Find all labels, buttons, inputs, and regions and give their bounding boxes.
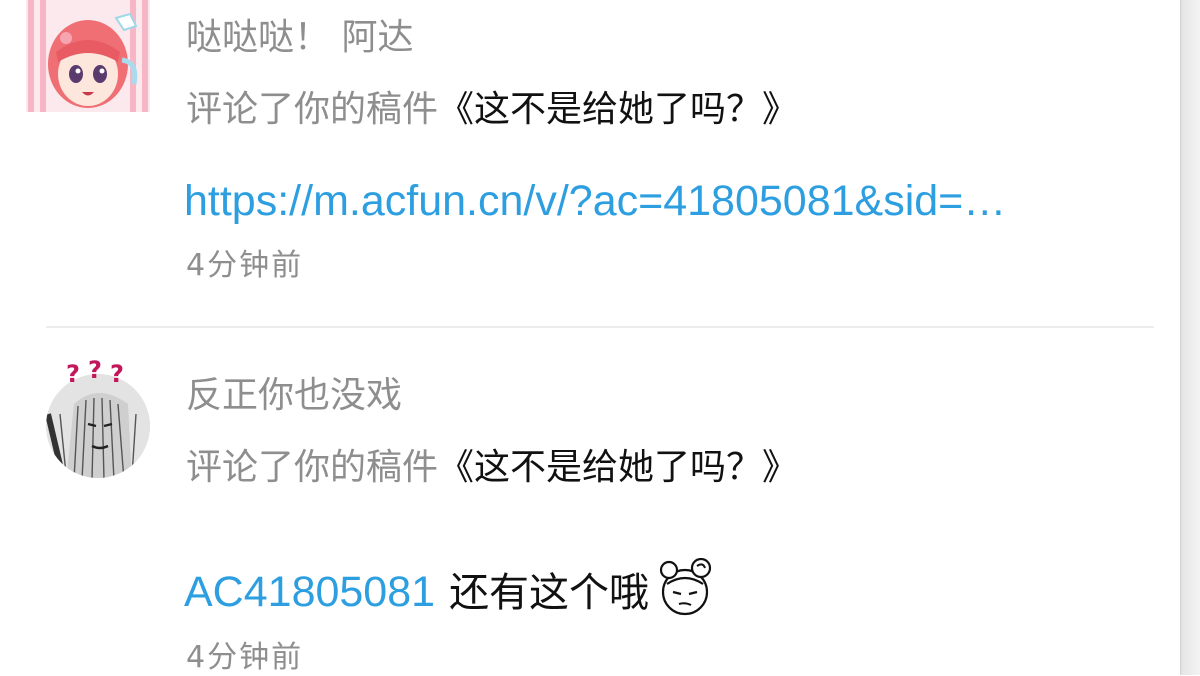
svg-text:?: ?	[110, 360, 124, 388]
notification-item[interactable]: ? ? ? 反正你也没戏 评论了你的稿件《这不是给她了吗？》 AC4180508…	[0, 328, 1180, 675]
comment-text: 还有这个哦	[449, 570, 650, 616]
timestamp: 4分钟前	[186, 248, 304, 283]
question-marks-manga-avatar-icon: ? ? ?	[46, 356, 150, 478]
comment-action: 评论了你的稿件《这不是给她了吗？》	[186, 446, 798, 490]
timestamp: 4分钟前	[186, 640, 304, 675]
svg-text:?: ?	[66, 360, 80, 388]
work-title[interactable]: 《这不是给她了吗？》	[438, 447, 798, 488]
content-link[interactable]: https://m.acfun.cn/v/?ac=41805081&sid=…	[184, 176, 1006, 226]
avatar[interactable]	[26, 0, 150, 112]
action-prefix: 评论了你的稿件	[186, 89, 439, 130]
notification-item[interactable]: 哒哒哒！ 阿达 评论了你的稿件《这不是给她了吗？》 https://m.acfu…	[0, 0, 1180, 326]
content-link[interactable]: AC41805081	[184, 568, 435, 616]
comment-action: 评论了你的稿件《这不是给她了吗？》	[186, 88, 798, 132]
action-prefix: 评论了你的稿件	[186, 447, 439, 488]
avatar[interactable]: ? ? ?	[44, 354, 154, 482]
scrollbar-edge	[1180, 0, 1200, 675]
svg-text:?: ?	[88, 356, 102, 384]
user-name[interactable]: 反正你也没戏	[186, 374, 402, 418]
work-title[interactable]: 《这不是给她了吗？》	[438, 89, 798, 130]
anime-girl-avatar-icon	[26, 0, 150, 112]
smug-face-sticker-icon	[655, 557, 715, 641]
user-name[interactable]: 哒哒哒！ 阿达	[186, 16, 413, 60]
comment-content: AC41805081 还有这个哦	[184, 557, 715, 641]
